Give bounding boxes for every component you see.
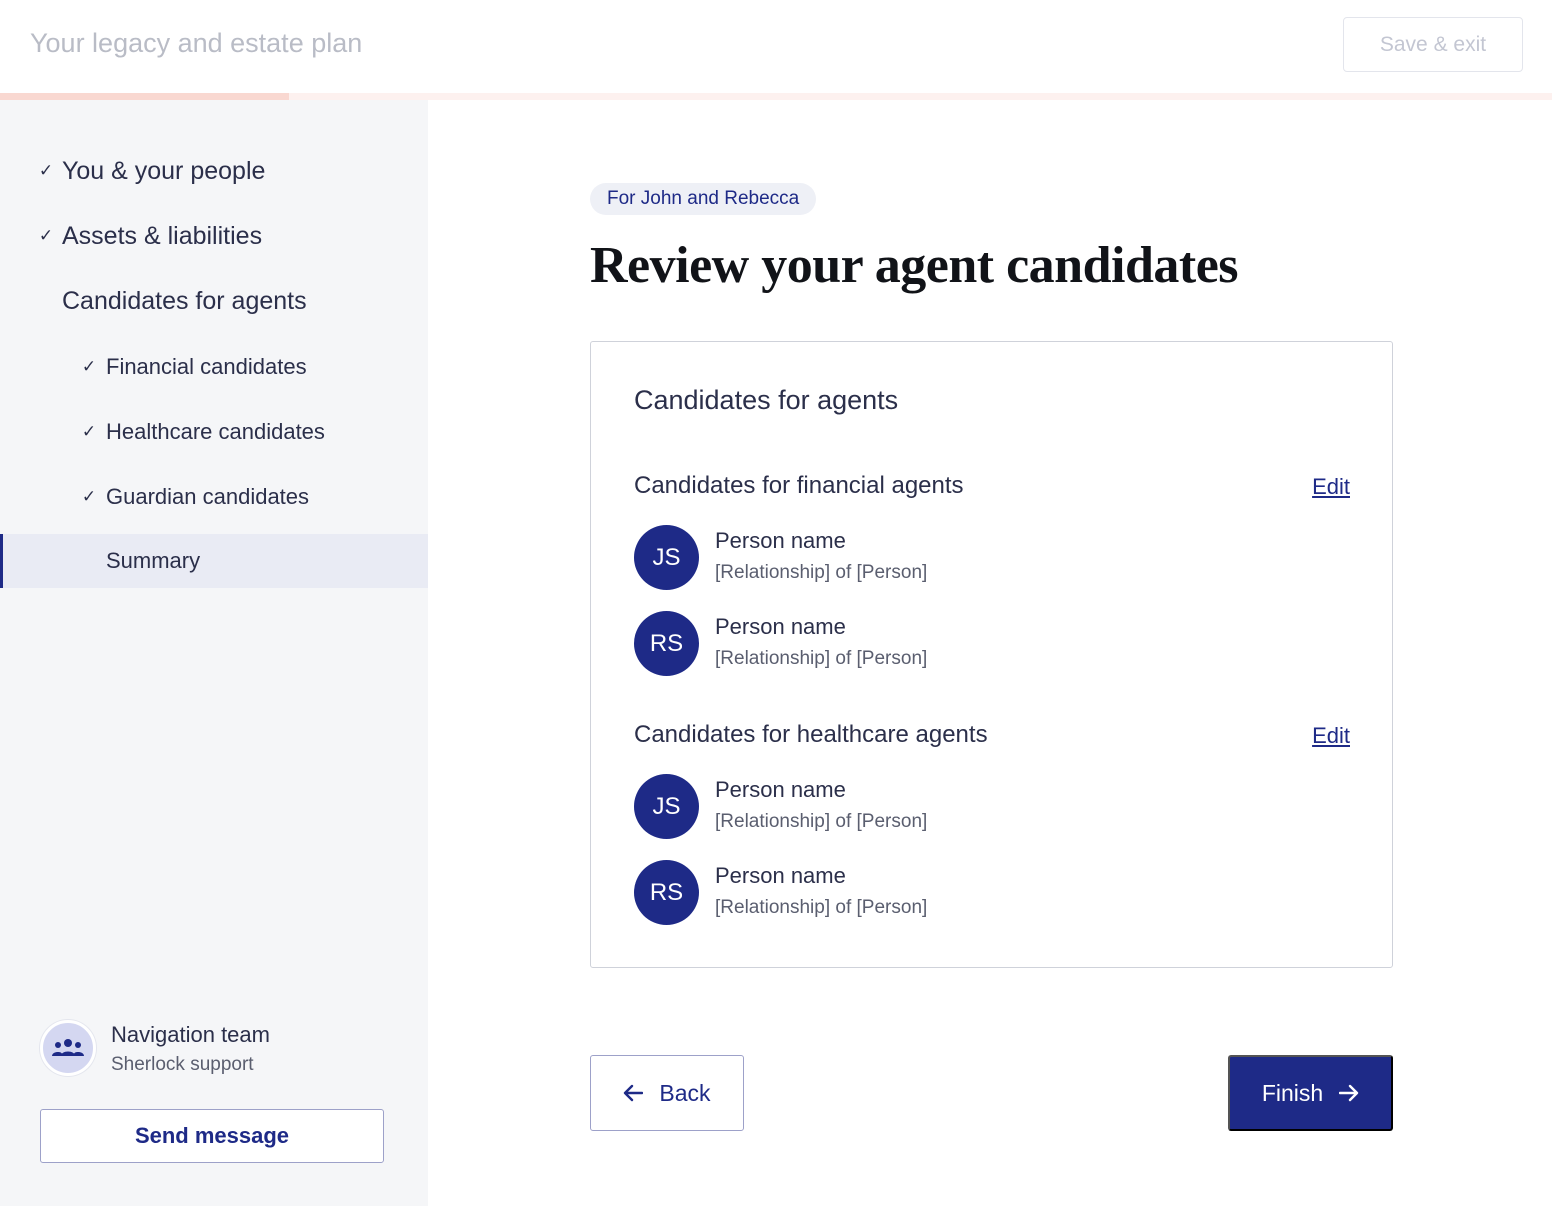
- person-name: Person name: [715, 614, 846, 639]
- section-title: Candidates for healthcare agents: [634, 721, 988, 748]
- person-relationship: [Relationship] of [Person]: [715, 562, 928, 583]
- sidebar-item-label: Healthcare candidates: [106, 419, 325, 444]
- avatar: RS: [634, 860, 699, 925]
- list-item: JS Person name [Relationship] of [Person…: [634, 525, 1134, 591]
- check-icon: ✓: [81, 422, 97, 441]
- person-name: Person name: [715, 528, 846, 553]
- sidebar-item-guardian-candidates[interactable]: ✓ Guardian candidates: [0, 472, 428, 522]
- sidebar: ✓ You & your people ✓ Assets & liabiliti…: [0, 100, 428, 1206]
- card-title: Candidates for agents: [634, 385, 899, 415]
- sidebar-item-label: Assets & liabilities: [62, 221, 263, 250]
- healthcare-agents-section: Candidates for healthcare agents Edit JS…: [634, 721, 1350, 931]
- sidebar-item-summary[interactable]: Summary: [0, 534, 428, 588]
- support-card: Navigation team Sherlock support: [40, 1020, 420, 1080]
- person-relationship: [Relationship] of [Person]: [715, 648, 928, 669]
- save-exit-button[interactable]: Save & exit: [1343, 17, 1523, 72]
- client-pill: For John and Rebecca: [590, 183, 817, 215]
- support-subtitle: Sherlock support: [111, 1054, 254, 1075]
- sidebar-item-label: Guardian candidates: [106, 484, 310, 509]
- sidebar-item-assets-and-liabilities[interactable]: ✓ Assets & liabilities: [0, 211, 428, 261]
- arrow-right-icon: [1339, 1084, 1359, 1102]
- sidebar-item-financial-candidates[interactable]: ✓ Financial candidates: [0, 342, 428, 392]
- group-icon: [40, 1020, 96, 1076]
- avatar: JS: [634, 525, 699, 590]
- avatar: JS: [634, 774, 699, 839]
- back-label: Back: [659, 1079, 711, 1106]
- person-name: Person name: [715, 777, 846, 802]
- progress-fill: [0, 93, 289, 100]
- list-item: RS Person name [Relationship] of [Person…: [634, 860, 1134, 926]
- sidebar-item-label: Summary: [106, 548, 201, 573]
- send-message-button[interactable]: Send message: [40, 1109, 384, 1163]
- sidebar-item-candidates-for-agents[interactable]: Candidates for agents: [0, 276, 428, 326]
- check-icon: ✓: [81, 357, 97, 376]
- sidebar-item-you-and-your-people[interactable]: ✓ You & your people: [0, 146, 428, 196]
- sidebar-item-healthcare-candidates[interactable]: ✓ Healthcare candidates: [0, 407, 428, 457]
- person-relationship: [Relationship] of [Person]: [715, 811, 928, 832]
- list-item: RS Person name [Relationship] of [Person…: [634, 611, 1134, 677]
- check-icon: ✓: [38, 161, 54, 180]
- progress-bar: [0, 93, 1552, 100]
- sidebar-item-label: Candidates for agents: [62, 286, 307, 315]
- financial-agents-section: Candidates for financial agents Edit JS …: [634, 472, 1350, 682]
- header: Your legacy and estate plan Save & exit: [0, 0, 1552, 93]
- edit-healthcare-link[interactable]: Edit: [1312, 723, 1350, 749]
- sidebar-item-label: You & your people: [62, 156, 266, 185]
- edit-financial-link[interactable]: Edit: [1312, 474, 1350, 500]
- check-icon: ✓: [81, 487, 97, 506]
- back-button[interactable]: Back: [590, 1055, 744, 1131]
- app-title: Your legacy and estate plan: [30, 28, 363, 58]
- check-icon: ✓: [38, 226, 54, 245]
- list-item: JS Person name [Relationship] of [Person…: [634, 774, 1134, 840]
- avatar: RS: [634, 611, 699, 676]
- person-name: Person name: [715, 863, 846, 888]
- section-title: Candidates for financial agents: [634, 472, 964, 499]
- page-title: Review your agent candidates: [590, 237, 1239, 294]
- support-name: Navigation team: [111, 1022, 270, 1047]
- summary-card: Candidates for agents Candidates for fin…: [590, 341, 1393, 968]
- finish-label: Finish: [1261, 1079, 1324, 1106]
- arrow-left-icon: [624, 1084, 644, 1102]
- person-relationship: [Relationship] of [Person]: [715, 897, 928, 918]
- sidebar-item-label: Financial candidates: [106, 354, 307, 379]
- finish-button[interactable]: Finish: [1228, 1055, 1393, 1131]
